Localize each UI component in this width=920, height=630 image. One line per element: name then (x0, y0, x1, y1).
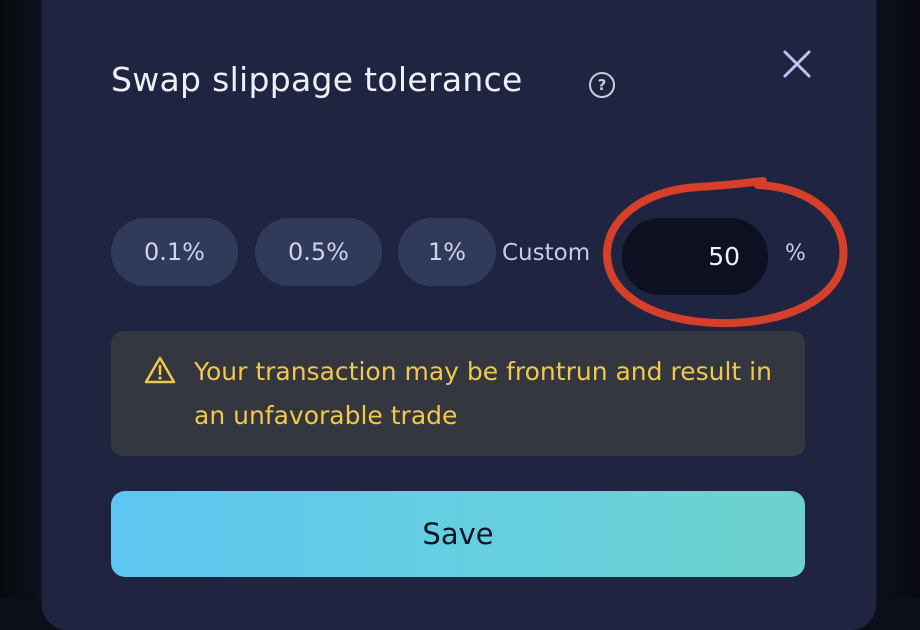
close-icon[interactable] (779, 46, 815, 82)
warning-message: Your transaction may be frontrun and res… (194, 357, 772, 430)
warning-triangle-icon (144, 356, 176, 384)
percent-unit: % (785, 241, 806, 266)
save-button[interactable]: Save (111, 491, 805, 577)
custom-slippage-label: Custom (502, 240, 591, 266)
custom-slippage-input[interactable] (622, 218, 768, 295)
slippage-option-1[interactable]: 1% (398, 218, 496, 286)
modal-title: Swap slippage tolerance (111, 60, 523, 99)
question-circle-icon[interactable]: ? (589, 72, 615, 98)
slippage-option-0-1[interactable]: 0.1% (111, 218, 238, 286)
slippage-option-0-5[interactable]: 0.5% (255, 218, 382, 286)
